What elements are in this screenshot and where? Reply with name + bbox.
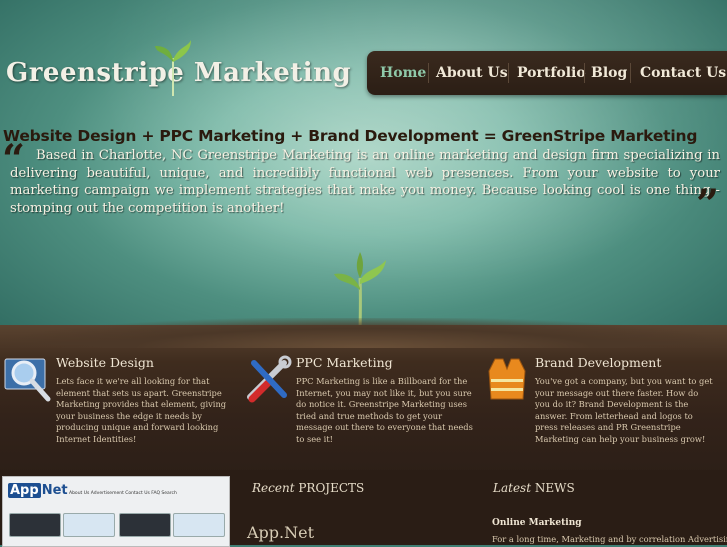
news-item-title[interactable]: Online Marketing (492, 518, 582, 528)
thumb-card (9, 513, 61, 537)
nav-contact-us[interactable]: Contact Us (640, 65, 726, 81)
thumb-card (119, 513, 171, 537)
main-nav: Home About Us Portfolio Blog Contact Us (367, 51, 727, 95)
thumb-card (173, 513, 225, 537)
thumb-card (63, 513, 115, 537)
soil-mound (0, 318, 727, 348)
feature-text: Lets face it we're all looking for that … (56, 376, 227, 444)
nav-home[interactable]: Home (380, 65, 426, 81)
nav-divider (584, 63, 585, 83)
magnifying-glass-icon (4, 358, 51, 402)
thumb-nav: About Us Advertisement Contact Us FAQ Se… (69, 491, 177, 496)
thumb-logo: App Net (8, 483, 68, 498)
safety-vest-icon (488, 358, 526, 400)
feature-text: You've got a company, but you want to ge… (535, 376, 713, 444)
nav-blog[interactable]: Blog (591, 65, 627, 81)
news-item-text: For a long time, Marketing and by correl… (492, 534, 727, 544)
nav-portfolio[interactable]: Portfolio (517, 65, 586, 81)
nav-divider (508, 63, 509, 83)
feature-title: PPC Marketing (296, 355, 393, 370)
hero-intro: Based in Charlotte, NC Greenstripe Marke… (10, 147, 720, 217)
latest-news-heading: Latest NEWS (493, 481, 575, 495)
nav-divider (630, 63, 631, 83)
feature-title: Brand Development (535, 355, 662, 370)
feature-title: Website Design (56, 355, 154, 370)
nav-about-us[interactable]: About Us (436, 65, 508, 81)
hero-intro-text: Based in Charlotte, NC Greenstripe Marke… (10, 148, 720, 216)
project-title[interactable]: App.Net (247, 523, 314, 542)
project-thumbnail[interactable]: App Net About Us Advertisement Contact Us… (2, 476, 230, 547)
feature-text: PPC Marketing is like a Billboard for th… (296, 376, 473, 444)
logo-sprout-icon (155, 40, 191, 96)
tools-icon (247, 355, 292, 403)
nav-divider (428, 63, 429, 83)
close-quote-icon: ” (696, 181, 720, 228)
hero-tagline: Website Design + PPC Marketing + Brand D… (3, 127, 698, 145)
recent-projects-heading: Recent PROJECTS (252, 481, 365, 495)
